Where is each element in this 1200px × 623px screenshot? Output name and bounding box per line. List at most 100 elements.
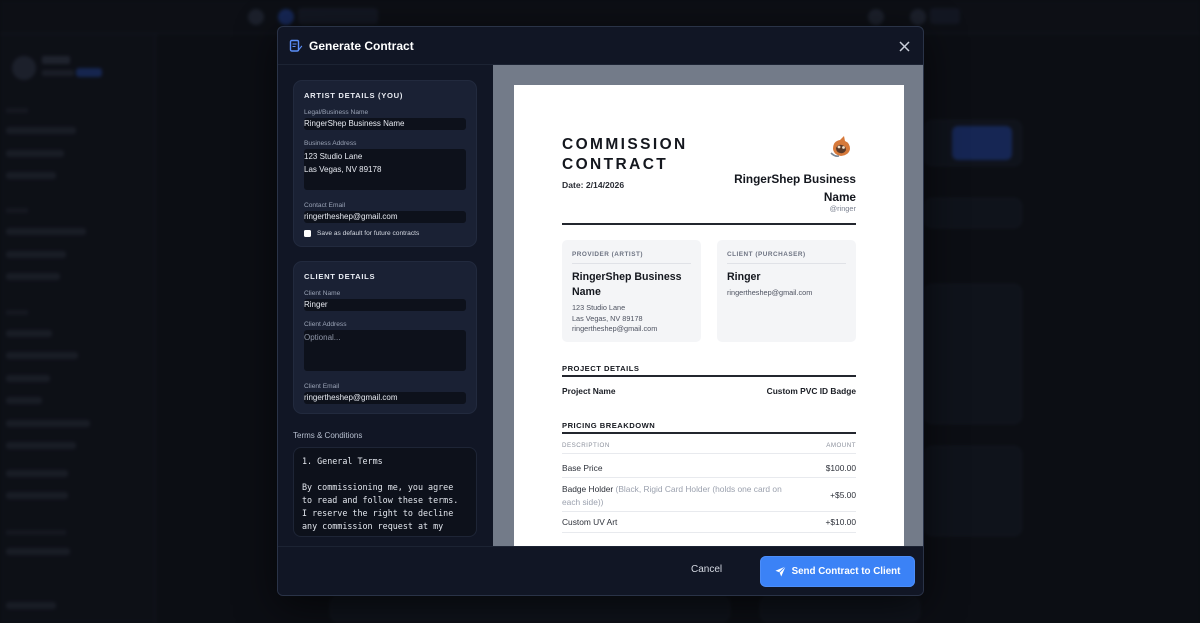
- paper-plane-icon[interactable]: [775, 566, 786, 577]
- business-name-label: Legal/Business Name: [304, 109, 369, 116]
- background-nav-item: [6, 273, 60, 280]
- background-button: [952, 126, 1012, 160]
- save-default-row[interactable]: Save as default for future contracts: [304, 230, 466, 237]
- background-nav-heading: [6, 108, 28, 113]
- background-nav-item: [6, 602, 56, 609]
- background-nav-heading: [6, 310, 28, 315]
- document-pen-icon: [289, 39, 303, 53]
- client-address-label: Client Address: [304, 321, 347, 328]
- background-logo: [12, 56, 36, 80]
- client-name-label: Client Name: [304, 290, 341, 297]
- background-card: [924, 198, 1022, 228]
- pricing-column-headers: DESCRIPTION AMOUNT: [562, 442, 856, 449]
- background-menu-icon: [248, 9, 264, 25]
- background-nav-heading: [6, 208, 28, 213]
- client-name-input[interactable]: Ringer: [304, 299, 466, 311]
- background-nav-item: [6, 330, 52, 337]
- project-name-row: Project Name Custom PVC ID Badge: [562, 386, 856, 396]
- background-brand: [42, 56, 70, 64]
- client-card-email: ringertheshep@gmail.com: [727, 288, 813, 297]
- pricing-row: Base Price $100.00: [562, 463, 856, 473]
- generate-contract-dialog: Generate Contract ARTIST DETAILS (YOU) L…: [277, 26, 924, 596]
- provider-card-name: RingerShep Business Name: [572, 271, 682, 298]
- amount-column-header: AMOUNT: [826, 442, 856, 449]
- project-name-label: Project Name: [562, 386, 616, 396]
- provider-handle: @ringer: [829, 204, 856, 213]
- client-email-label: Client Email: [304, 383, 340, 390]
- close-icon[interactable]: [898, 40, 910, 52]
- pricing-row: Custom UV Art +$10.00: [562, 517, 856, 527]
- terms-textarea[interactable]: 1. General Terms By commissioning me, yo…: [293, 447, 477, 537]
- pricing-row: Badge Holder (Black, Rigid Card Holder (…: [562, 483, 856, 508]
- contract-document: COMMISSION CONTRACT Date: 2/14/2026 Ring…: [514, 85, 904, 546]
- artist-section-title: ARTIST DETAILS (YOU): [304, 91, 404, 100]
- background-card: [924, 284, 1022, 424]
- background-nav-item: [6, 420, 90, 427]
- pricing-item-name: Base Price: [562, 463, 603, 473]
- pricing-item-description: Badge Holder (Black, Rigid Card Holder (…: [562, 483, 802, 508]
- background-nav-item: [6, 397, 42, 404]
- background-sidebar: [0, 34, 156, 623]
- send-contract-label[interactable]: Send Contract to Client: [792, 566, 901, 577]
- background-nav-item: [6, 127, 76, 134]
- row-separator: [562, 477, 856, 478]
- pricing-breakdown-heading: PRICING BREAKDOWN: [562, 421, 656, 430]
- pricing-item-amount: +$5.00: [830, 490, 856, 500]
- background-nav-item: [6, 172, 56, 179]
- save-default-label[interactable]: Save as default for future contracts: [317, 230, 419, 237]
- row-separator: [562, 453, 856, 454]
- business-address-input[interactable]: 123 Studio Lane Las Vegas, NV 89178: [304, 149, 466, 190]
- contract-preview-panel[interactable]: COMMISSION CONTRACT Date: 2/14/2026 Ring…: [493, 65, 923, 546]
- description-column-header: DESCRIPTION: [562, 442, 610, 449]
- background-brand-sub: [42, 70, 74, 76]
- cancel-button[interactable]: Cancel: [691, 564, 722, 575]
- background-nav-item: [6, 375, 50, 382]
- contract-date: Date: 2/14/2026: [562, 180, 625, 190]
- background-nav-item: [6, 442, 76, 449]
- background-nav-item: [6, 251, 66, 258]
- dialog-header: Generate Contract: [278, 27, 923, 65]
- terms-text[interactable]: 1. General Terms By commissioning me, yo…: [302, 455, 468, 533]
- provider-email: ringertheshep@gmail.com: [572, 324, 658, 333]
- business-name-input[interactable]: RingerShep Business Name: [304, 118, 466, 130]
- provider-address-line2: Las Vegas, NV 89178: [572, 313, 643, 323]
- artist-details-section: ARTIST DETAILS (YOU) Legal/Business Name…: [293, 80, 477, 247]
- terms-label: Terms & Conditions: [293, 431, 363, 440]
- background-card: [924, 446, 1022, 536]
- client-details-section: CLIENT DETAILS Client Name Ringer Client…: [293, 261, 477, 414]
- provider-card-heading: PROVIDER (ARTIST): [572, 251, 691, 264]
- background-nav-heading: [6, 530, 66, 535]
- contact-email-label: Contact Email: [304, 202, 346, 209]
- contact-email-input[interactable]: ringertheshep@gmail.com: [304, 211, 466, 223]
- background-nav-item: [6, 352, 78, 359]
- client-card-name: Ringer: [727, 271, 761, 283]
- project-name-value: Custom PVC ID Badge: [766, 386, 856, 396]
- background-user-avatar: [910, 9, 926, 25]
- artist-avatar: [827, 133, 855, 161]
- client-card: CLIENT (PURCHASER) Ringer ringertheshep@…: [717, 240, 856, 342]
- contract-title: COMMISSION CONTRACT: [562, 136, 688, 173]
- background-card: [760, 596, 920, 622]
- pricing-item-name: Custom UV Art: [562, 517, 618, 527]
- background-nav-item: [6, 548, 70, 555]
- dialog-footer: Cancel Send Contract to Client: [278, 546, 923, 595]
- pricing-item-amount: +$10.00: [825, 517, 856, 527]
- background-nav-item: [6, 150, 64, 157]
- background-app-icon: [278, 9, 294, 25]
- send-contract-button[interactable]: Send Contract to Client: [760, 556, 915, 587]
- row-separator: [562, 532, 856, 533]
- contract-form: ARTIST DETAILS (YOU) Legal/Business Name…: [278, 65, 493, 546]
- client-address-input[interactable]: Optional...: [304, 330, 466, 371]
- save-default-checkbox[interactable]: [304, 230, 311, 237]
- provider-address-line1: 123 Studio Lane: [572, 303, 626, 312]
- close-button[interactable]: [895, 37, 913, 55]
- header-provider-name: RingerShep Business Name: [734, 172, 856, 204]
- client-email-input[interactable]: ringertheshep@gmail.com: [304, 392, 466, 404]
- client-section-title: CLIENT DETAILS: [304, 272, 376, 281]
- dialog-title: Generate Contract: [309, 38, 414, 53]
- background-plan-badge: [76, 68, 102, 77]
- project-details-heading: PROJECT DETAILS: [562, 364, 640, 373]
- background-nav-item: [6, 470, 68, 477]
- pricing-divider: [562, 432, 856, 434]
- row-separator: [562, 511, 856, 512]
